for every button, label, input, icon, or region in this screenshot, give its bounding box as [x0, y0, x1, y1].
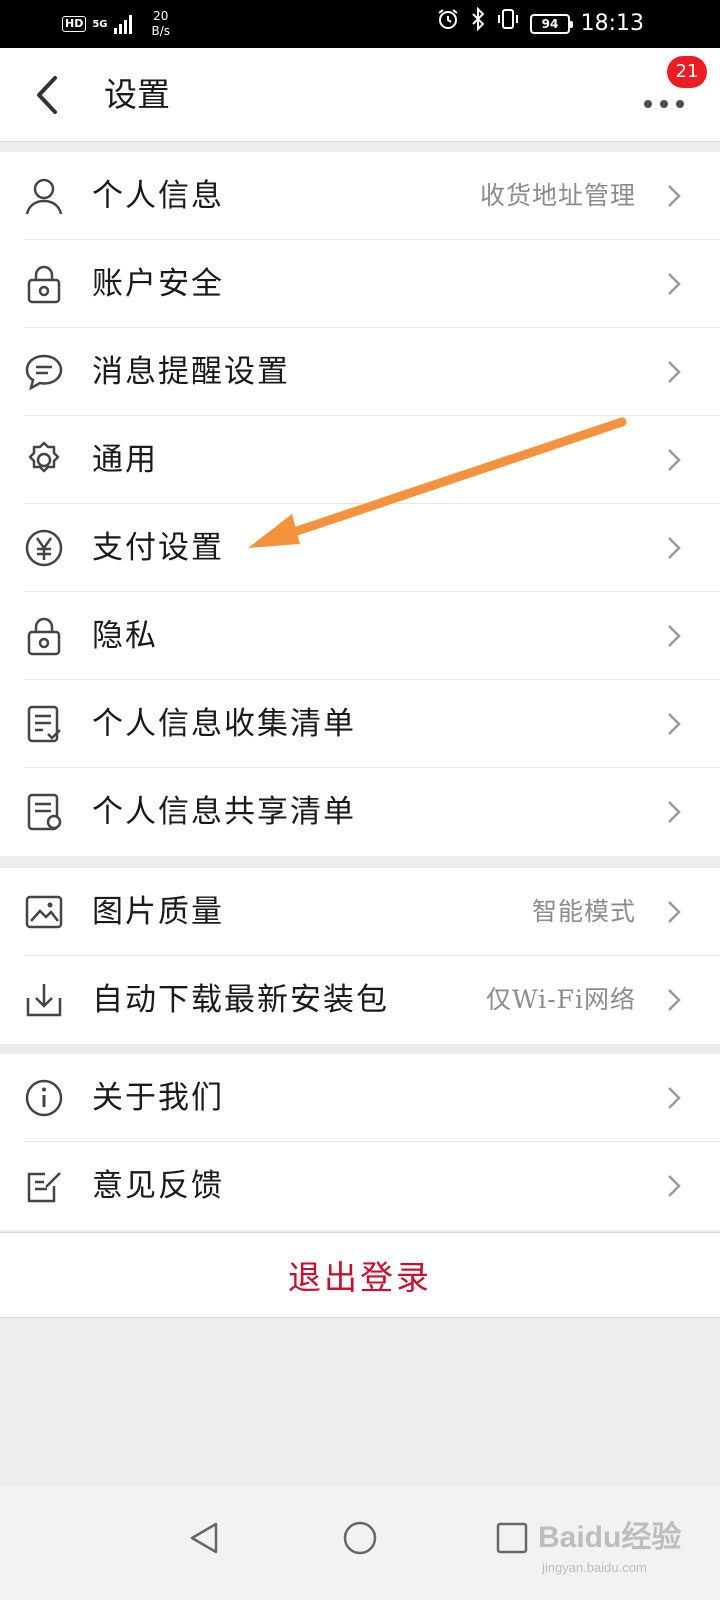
- row-personal-info[interactable]: 个人信息 收货地址管理: [0, 152, 720, 240]
- chevron-right-icon: [668, 901, 681, 923]
- chevron-right-icon: [668, 537, 681, 559]
- row-label: 隐私: [92, 618, 158, 654]
- alarm-icon: [436, 0, 460, 48]
- row-value: 收货地址管理: [479, 181, 636, 210]
- row-label: 账户安全: [92, 266, 224, 302]
- watermark-sub: jingyan.baidu.com: [542, 1560, 647, 1575]
- row-value: 仅Wi-Fi网络: [485, 985, 636, 1014]
- row-value: 智能模式: [531, 897, 636, 926]
- row-info-collection-list[interactable]: 个人信息收集清单: [0, 680, 720, 768]
- row-label: 关于我们: [92, 1080, 224, 1116]
- status-bar: HD 5G 20 B/s 94 18:13: [0, 0, 720, 48]
- person-icon: [25, 178, 63, 215]
- page-title: 设置: [104, 75, 170, 114]
- chevron-right-icon: [668, 989, 681, 1011]
- hd-indicator: HD: [62, 16, 87, 32]
- row-about-us[interactable]: 关于我们: [0, 1054, 720, 1142]
- row-privacy[interactable]: 隐私: [0, 592, 720, 680]
- row-notification-settings[interactable]: 消息提醒设置: [0, 328, 720, 416]
- yuan-icon: [25, 529, 63, 567]
- row-label: 通用: [92, 442, 158, 478]
- image-icon: [25, 895, 63, 929]
- row-label: 自动下载最新安装包: [92, 982, 389, 1018]
- bluetooth-icon: [470, 0, 486, 48]
- row-label: 个人信息收集清单: [92, 706, 356, 742]
- gear-icon: [28, 441, 60, 473]
- row-label: 支付设置: [92, 530, 224, 566]
- app-header: 设置: [0, 48, 720, 142]
- clock: 18:13: [580, 11, 644, 36]
- row-auto-download[interactable]: 自动下载最新安装包 仅Wi-Fi网络: [0, 956, 720, 1044]
- lock-icon: [27, 265, 61, 304]
- list-share-icon: [27, 793, 62, 831]
- settings-group-media: 图片质量 智能模式 自动下载最新安装包 仅Wi-Fi网络: [0, 868, 720, 1044]
- network-speed: 20 B/s: [152, 9, 171, 39]
- status-right: 94: [436, 0, 573, 48]
- back-button[interactable]: [22, 70, 72, 120]
- row-label: 图片质量: [92, 894, 224, 930]
- download-icon: [26, 984, 62, 1017]
- chevron-right-icon: [668, 273, 681, 295]
- chevron-right-icon: [668, 449, 681, 471]
- list-check-icon: [27, 705, 61, 743]
- speed-value: 20: [153, 9, 169, 23]
- logout-button[interactable]: 退出登录: [0, 1232, 720, 1318]
- notification-badge: 21: [667, 56, 707, 88]
- message-icon: [25, 354, 63, 391]
- chevron-right-icon: [668, 1175, 681, 1197]
- nav-back-button[interactable]: [174, 1508, 234, 1568]
- settings-group-about: 关于我们 意见反馈: [0, 1054, 720, 1230]
- chevron-right-icon: [668, 625, 681, 647]
- settings-group-main: 个人信息 收货地址管理 账户安全 消息提醒设置 通用 支付设置 隐私 个人信息收…: [0, 152, 720, 856]
- row-account-security[interactable]: 账户安全: [0, 240, 720, 328]
- chevron-right-icon: [668, 801, 681, 823]
- watermark: Baidu经验 jingyan.baidu.com: [538, 1508, 708, 1588]
- more-button[interactable]: [644, 84, 684, 124]
- nav-recents-button[interactable]: [482, 1508, 542, 1568]
- logout-label: 退出登录: [288, 1258, 432, 1297]
- row-label: 个人信息共享清单: [92, 794, 356, 830]
- lock-icon: [27, 617, 61, 656]
- chevron-right-icon: [668, 1087, 681, 1109]
- row-payment-settings[interactable]: 支付设置: [0, 504, 720, 592]
- network-type: 5G: [92, 18, 108, 30]
- signal-icon: [113, 14, 132, 34]
- battery-icon: 94: [530, 14, 573, 34]
- row-info-sharing-list[interactable]: 个人信息共享清单: [0, 768, 720, 856]
- chevron-right-icon: [668, 361, 681, 383]
- vibrate-icon: [496, 0, 520, 48]
- row-image-quality[interactable]: 图片质量 智能模式: [0, 868, 720, 956]
- watermark-text: Baidu经验: [538, 1521, 682, 1554]
- row-label: 消息提醒设置: [92, 354, 290, 390]
- row-general[interactable]: 通用: [0, 416, 720, 504]
- nav-recents-icon: [496, 1522, 528, 1554]
- row-feedback[interactable]: 意见反馈: [0, 1142, 720, 1230]
- speed-unit: B/s: [151, 24, 171, 38]
- chevron-left-icon: [37, 76, 57, 114]
- feedback-icon: [27, 1172, 61, 1203]
- more-dots-icon: [644, 100, 652, 108]
- nav-home-button[interactable]: [330, 1508, 390, 1568]
- nav-home-icon: [343, 1521, 377, 1555]
- row-label: 个人信息: [92, 178, 224, 214]
- status-left: HD 5G 20 B/s: [62, 0, 170, 48]
- row-label: 意见反馈: [92, 1168, 224, 1204]
- chevron-right-icon: [668, 185, 681, 207]
- chevron-right-icon: [668, 713, 681, 735]
- info-icon: [25, 1079, 63, 1117]
- nav-back-icon: [190, 1522, 218, 1554]
